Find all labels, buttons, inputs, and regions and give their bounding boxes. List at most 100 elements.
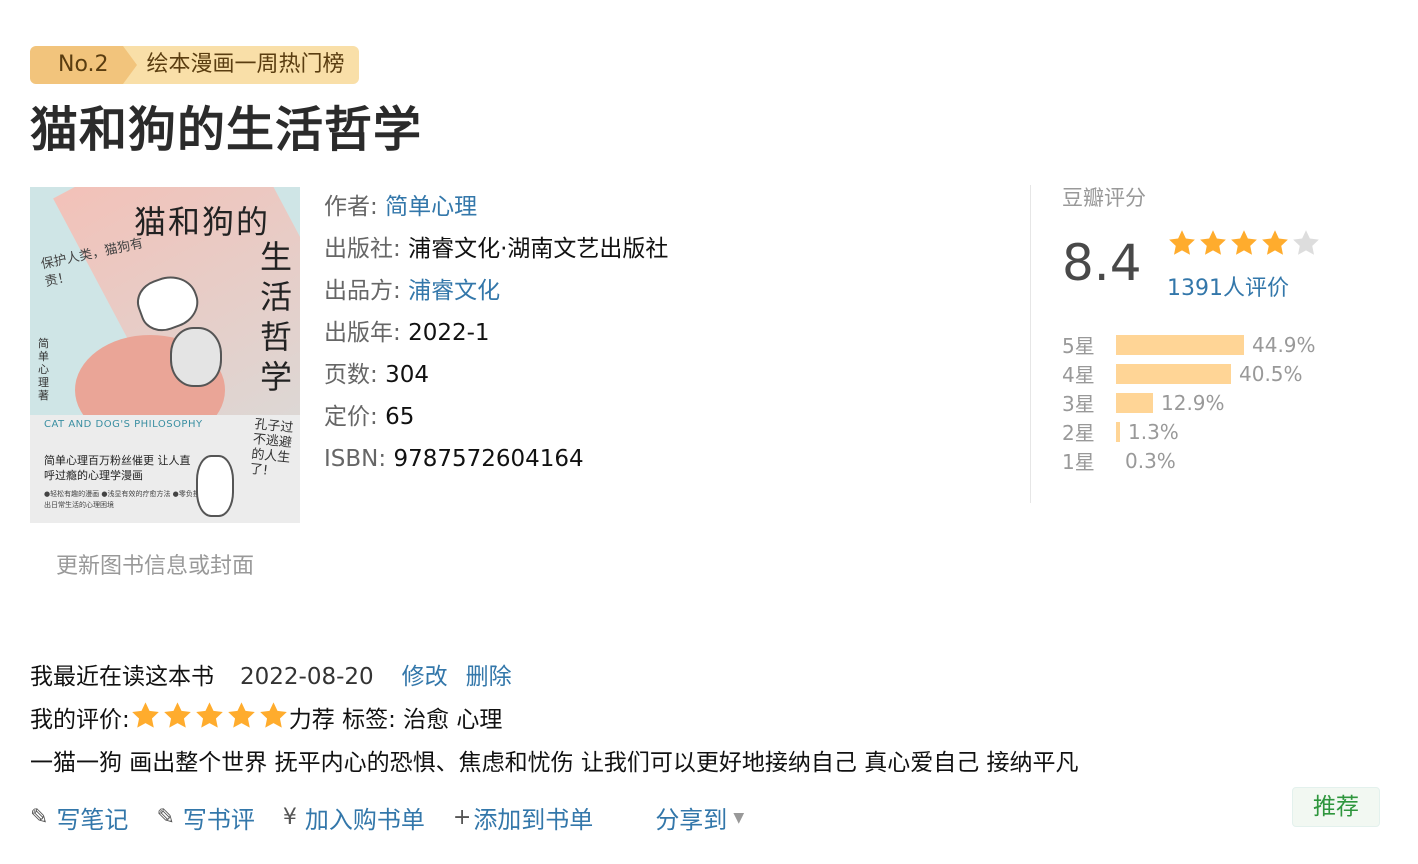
update-book-info-link[interactable]: 更新图书信息或封面 [56, 548, 254, 580]
info-label: 页数: [324, 362, 378, 388]
rating-dist-percent: 12.9% [1161, 390, 1225, 415]
pencil-icon: ✎ [156, 805, 175, 830]
rating-section-label: 豆瓣评分 [1062, 186, 1146, 210]
producer-link[interactable]: 浦睿文化 [408, 278, 500, 304]
my-rating-row: 我的评价: 力荐 标签: 治愈 心理 [30, 699, 1079, 742]
cover-title-vertical: 生活哲学 [259, 238, 292, 396]
rating-dist-label: 5星 [1062, 334, 1095, 358]
rating-dist-percent: 44.9% [1252, 332, 1316, 357]
rating-dist-percent: 40.5% [1239, 361, 1303, 386]
star-filled-icon [195, 702, 223, 728]
write-review-label: 写书评 [182, 806, 255, 834]
my-reading-row: 我最近在读这本书 2022-08-20 修改 删除 [30, 656, 1079, 699]
add-to-list-label: 添加到书单 [473, 806, 594, 834]
info-label: 作者: [324, 194, 378, 220]
my-rating-word: 力荐 [288, 707, 335, 733]
vertical-divider [1030, 185, 1031, 503]
info-row-pages: 页数: 304 [324, 354, 668, 396]
pages-value: 304 [385, 362, 429, 388]
rating-dist-percent: 1.3% [1128, 419, 1179, 444]
info-row-author: 作者: 简单心理 [324, 186, 668, 228]
edit-link[interactable]: 修改 [402, 664, 448, 690]
tags-label: 标签: [342, 707, 396, 733]
star-filled-icon [1169, 230, 1195, 255]
rating-dist-bar [1116, 392, 1153, 413]
rating-score: 8.4 [1062, 234, 1142, 292]
action-bar: ✎ 写笔记 ✎ 写书评 ¥ 加入购书单 + 添加到书单 分享到 ▼ [30, 800, 744, 835]
rank-list-name: 绘本漫画一周热门榜 [122, 46, 359, 84]
yen-icon: ¥ [282, 805, 297, 830]
rating-dist-row: 2星 1.3% [1062, 417, 1316, 446]
book-title: 猫和狗的生活哲学 [30, 102, 423, 158]
rating-count-link[interactable]: 1391人评价 [1167, 270, 1289, 302]
write-review-button[interactable]: ✎ 写书评 [156, 800, 254, 835]
rating-dist-row: 3星 12.9% [1062, 388, 1316, 417]
add-to-cart-button[interactable]: ¥ 加入购书单 [283, 800, 425, 835]
rating-dist-bar [1116, 451, 1117, 471]
write-note-label: 写笔记 [56, 806, 129, 834]
share-label: 分享到 [655, 806, 728, 834]
cover-bottom-illustration [196, 455, 234, 517]
cover-author: 简单心理著 [38, 337, 49, 402]
rating-dist-bar [1116, 421, 1120, 442]
author-link[interactable]: 简单心理 [385, 194, 477, 220]
info-row-isbn: ISBN: 9787572604164 [324, 438, 668, 480]
info-label: 出品方: [324, 278, 401, 304]
cover-english-title: CAT AND DOG'S PHILOSOPHY [44, 419, 203, 430]
star-filled-icon [163, 702, 191, 728]
my-rating-label: 我的评价: [30, 707, 130, 733]
info-row-publisher: 出版社: 浦睿文化·湖南文艺出版社 [324, 228, 668, 270]
rating-dist-percent: 0.3% [1125, 448, 1176, 473]
info-label: 定价: [324, 404, 378, 430]
rating-dist-bar [1116, 334, 1244, 355]
recommend-button[interactable]: 推荐 [1292, 787, 1380, 827]
star-filled-icon [227, 702, 255, 728]
plus-icon: + [452, 805, 472, 830]
write-note-button[interactable]: ✎ 写笔记 [30, 800, 128, 835]
cover-slogan: 简单心理百万粉丝催更 让人直呼过瘾的心理学漫画 [44, 454, 191, 482]
my-comment: 一猫一狗 画出整个世界 抚平内心的恐惧、焦虑和忧伤 让我们可以更好地接纳自己 真… [30, 750, 1079, 776]
my-rating-stars [130, 700, 289, 731]
cover-handwriting-2: 孔子过不逃避的人生了! [248, 417, 295, 479]
info-row-producer: 出品方: 浦睿文化 [324, 270, 668, 312]
rating-dist-bar [1116, 363, 1231, 384]
tags-value: 治愈 心理 [403, 707, 503, 733]
book-cover[interactable]: 猫和狗的 生活哲学 保护人类，猫狗有责！ 简单心理著 CAT AND DOG'S… [30, 187, 300, 523]
star-filled-icon [1262, 230, 1288, 255]
rating-dist-label: 3星 [1062, 392, 1095, 416]
rating-dist-row: 4星 40.5% [1062, 359, 1316, 388]
info-row-year: 出版年: 2022-1 [324, 312, 668, 354]
star-filled-icon [1231, 230, 1257, 255]
pencil-icon: ✎ [30, 805, 49, 830]
publisher-value: 浦睿文化·湖南文艺出版社 [408, 236, 669, 262]
rank-number: No.2 [30, 46, 136, 84]
rank-badge[interactable]: No.2 绘本漫画一周热门榜 [30, 46, 359, 84]
info-label: ISBN: [324, 446, 387, 472]
add-to-list-button[interactable]: + 添加到书单 [453, 800, 593, 835]
star-empty-icon [1293, 230, 1319, 255]
star-filled-icon [259, 702, 287, 728]
rating-stars [1167, 228, 1321, 258]
rating-distribution: 5星 44.9% 4星 40.5% 3星 12.9% 2星 1.3% 1星 0.3% [1062, 330, 1316, 475]
reading-status: 我最近在读这本书 [30, 664, 214, 690]
cover-cat-illustration [170, 327, 222, 387]
rating-dist-label: 4星 [1062, 363, 1095, 387]
isbn-value: 9787572604164 [393, 446, 584, 472]
star-filled-icon [131, 702, 159, 728]
share-dropdown[interactable]: 分享到 ▼ [655, 800, 744, 835]
rating-dist-label: 1星 [1062, 450, 1095, 474]
reading-date: 2022-08-20 [240, 664, 374, 690]
delete-link[interactable]: 删除 [466, 664, 512, 690]
info-label: 出版年: [324, 320, 401, 346]
cover-title-horizontal: 猫和狗的 [134, 203, 271, 241]
rating-dist-row: 1星 0.3% [1062, 446, 1316, 475]
rating-dist-label: 2星 [1062, 421, 1095, 445]
my-status: 我最近在读这本书 2022-08-20 修改 删除 我的评价: 力荐 标签: 治愈 心理… [30, 656, 1079, 785]
info-label: 出版社: [324, 236, 401, 262]
year-value: 2022-1 [408, 320, 490, 346]
rating-dist-row: 5星 44.9% [1062, 330, 1316, 359]
caret-down-icon: ▼ [733, 809, 745, 826]
book-info: 作者: 简单心理 出版社: 浦睿文化·湖南文艺出版社 出品方: 浦睿文化 出版年… [324, 186, 668, 480]
price-value: 65 [385, 404, 415, 430]
info-row-price: 定价: 65 [324, 396, 668, 438]
